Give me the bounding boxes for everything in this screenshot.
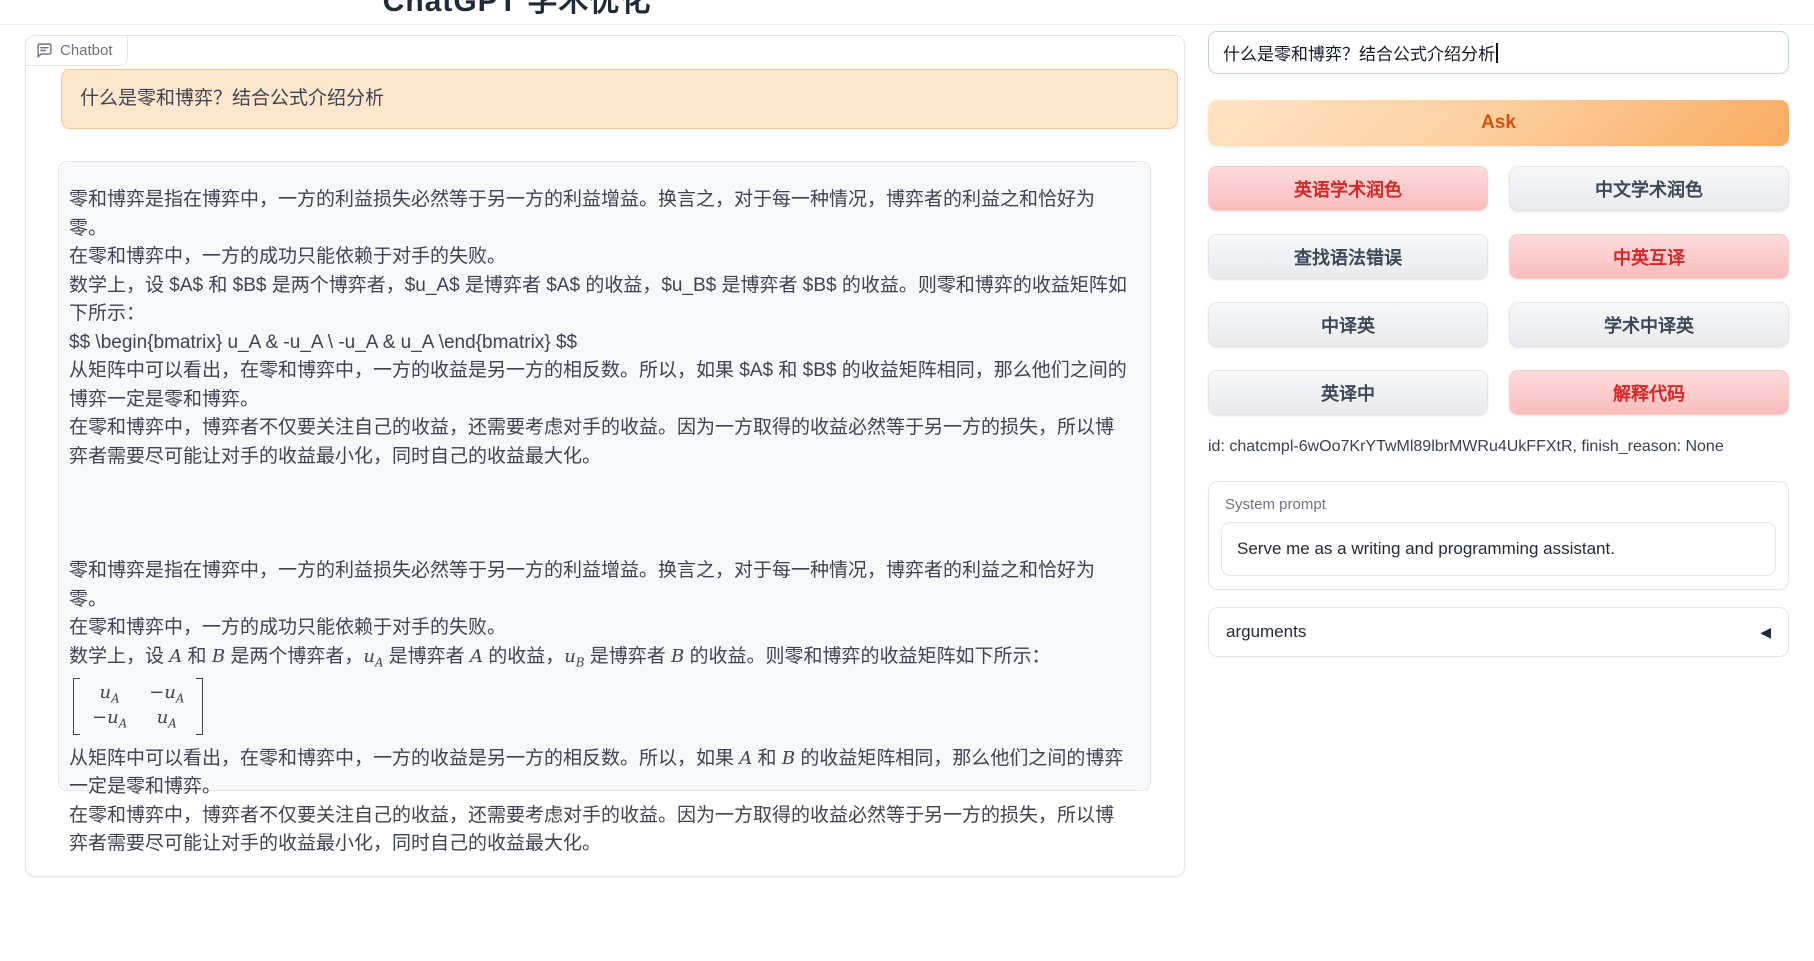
accordion-collapse-icon[interactable]: ◀: [1760, 624, 1771, 641]
app-root: ChatGPT 学术优化 Chatbot 什么是零和博弈？结合公式介绍分析 零和…: [0, 0, 1814, 961]
matrix-cell: uA: [149, 707, 184, 731]
bot-latex-line: $$ \begin{bmatrix} u_A & -u_A \ -u_A & u…: [69, 329, 1130, 358]
btn-english-to-chinese[interactable]: 英译中: [1208, 370, 1488, 415]
bot-raw-block: 零和博弈是指在博弈中，一方的利益损失必然等于另一方的利益增益。换言之，对于每一种…: [69, 186, 1130, 471]
bot-text-line: 在零和博弈中，一方的成功只能依赖于对手的失败。: [69, 243, 1130, 272]
btn-academic-zh-to-en[interactable]: 学术中译英: [1509, 302, 1789, 347]
bot-text-line: 在零和博弈中，一方的成功只能依赖于对手的失败。: [69, 614, 1130, 643]
chatbot-panel[interactable]: Chatbot 什么是零和博弈？结合公式介绍分析 零和博弈是指在博弈中，一方的利…: [25, 35, 1185, 877]
page-title: ChatGPT 学术优化: [0, 0, 1034, 20]
function-button-grid: 英语学术润色 中文学术润色 查找语法错误 中英互译 中译英 学术中译英 英译中 …: [1208, 166, 1789, 415]
arguments-accordion-label: arguments: [1226, 622, 1306, 642]
btn-chinese-academic-polish[interactable]: 中文学术润色: [1509, 166, 1789, 211]
bot-text-line-math: 数学上，设 A 和 B 是两个博弈者，uA 是博弈者 A 的收益，uB 是博弈者…: [69, 643, 1130, 672]
matrix-cell: uA: [92, 682, 127, 706]
system-prompt-value: Serve me as a writing and programming as…: [1237, 539, 1615, 559]
text-caret: [1496, 43, 1498, 63]
bot-message-bubble: 零和博弈是指在博弈中，一方的利益损失必然等于另一方的利益增益。换言之，对于每一种…: [58, 161, 1151, 791]
bot-rendered-block: 零和博弈是指在博弈中，一方的利益损失必然等于另一方的利益增益。换言之，对于每一种…: [69, 557, 1130, 859]
system-prompt-label: System prompt: [1225, 496, 1776, 513]
user-message-bubble: 什么是零和博弈？结合公式介绍分析: [61, 69, 1178, 129]
system-prompt-input[interactable]: Serve me as a writing and programming as…: [1221, 522, 1776, 576]
bot-text-line: 从矩阵中可以看出，在零和博弈中，一方的收益是另一方的相反数。所以，如果 $A$ …: [69, 357, 1130, 414]
matrix-cell: −uA: [149, 682, 184, 706]
question-input-value: 什么是零和博弈？结合公式介绍分析: [1223, 40, 1495, 65]
arguments-accordion[interactable]: arguments ◀: [1208, 607, 1789, 657]
bot-text-line: 在零和博弈中，博弈者不仅要关注自己的收益，还需要考虑对手的收益。因为一方取得的收…: [69, 414, 1130, 471]
bot-text-line: 在零和博弈中，博弈者不仅要关注自己的收益，还需要考虑对手的收益。因为一方取得的收…: [69, 802, 1130, 859]
btn-explain-code[interactable]: 解释代码: [1509, 370, 1789, 415]
btn-chinese-to-english[interactable]: 中译英: [1208, 302, 1488, 347]
chatbot-panel-label: Chatbot: [25, 35, 128, 66]
btn-find-grammar-errors[interactable]: 查找语法错误: [1208, 234, 1488, 279]
bot-text-line: 零和博弈是指在博弈中，一方的利益损失必然等于另一方的利益增益。换言之，对于每一种…: [69, 186, 1130, 243]
payoff-matrix: uA −uA −uA uA: [73, 678, 203, 735]
chat-bubble-icon: [36, 42, 53, 59]
response-status: id: chatcmpl-6wOo7KrYTwMl89lbrMWRu4UkFFX…: [1208, 438, 1789, 456]
question-input[interactable]: 什么是零和博弈？结合公式介绍分析: [1208, 31, 1789, 74]
block-gap: [69, 471, 1130, 557]
system-prompt-card: System prompt Serve me as a writing and …: [1208, 481, 1789, 590]
bot-text-line-math: 从矩阵中可以看出，在零和博弈中，一方的收益是另一方的相反数。所以，如果 A 和 …: [69, 745, 1130, 802]
ask-button[interactable]: Ask: [1208, 100, 1789, 146]
user-message-text: 什么是零和博弈？结合公式介绍分析: [80, 85, 1159, 114]
bot-text-line: 数学上，设 $A$ 和 $B$ 是两个博弈者，$u_A$ 是博弈者 $A$ 的收…: [69, 272, 1130, 329]
top-header: ChatGPT 学术优化: [0, 0, 1814, 25]
matrix-cell: −uA: [92, 707, 127, 731]
chatbot-panel-label-text: Chatbot: [60, 42, 113, 59]
btn-english-academic-polish[interactable]: 英语学术润色: [1208, 166, 1488, 211]
btn-zh-en-mutual-translate[interactable]: 中英互译: [1509, 234, 1789, 279]
matrix-right-bracket: [196, 678, 203, 735]
matrix-left-bracket: [73, 678, 80, 735]
bot-text-line: 零和博弈是指在博弈中，一方的利益损失必然等于另一方的利益增益。换言之，对于每一种…: [69, 557, 1130, 614]
